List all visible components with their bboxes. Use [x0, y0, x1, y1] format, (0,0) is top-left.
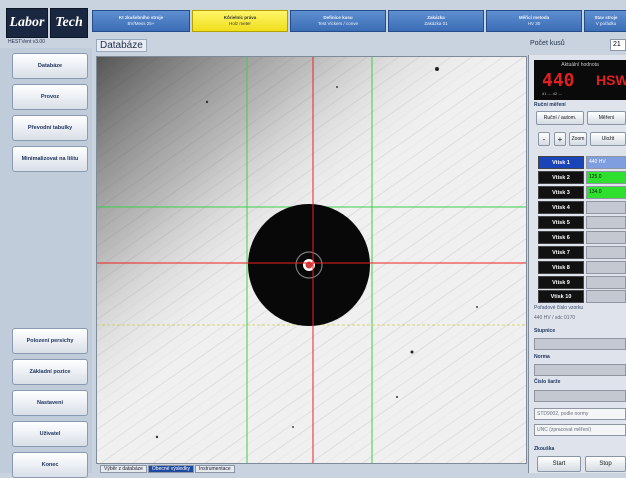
measure-button[interactable]: Měření	[587, 111, 626, 125]
indent-row-10[interactable]: Vtisk 10	[538, 290, 584, 303]
unc-field[interactable]: UNC (zpracovat měření)	[534, 424, 626, 436]
norm-label: Norma	[534, 354, 550, 360]
indent-row-3[interactable]: Vtisk 3	[538, 186, 584, 199]
section-test: Zkouška	[534, 446, 555, 452]
step-method[interactable]: Měřicí metoda HV 30	[486, 10, 582, 32]
norm-field[interactable]	[534, 364, 626, 376]
measurement-value: 440	[542, 70, 575, 91]
app-version: HESTVent v3.00	[8, 39, 45, 45]
sidebar-item-minimize[interactable]: Minimalizovat na lištu	[12, 146, 88, 172]
step-part-definition[interactable]: Definice kusu Test Vickers / conve	[290, 10, 386, 32]
indent-row-8[interactable]: Vtisk 8	[538, 261, 584, 274]
sidebar-item-settings[interactable]: Nastavení	[12, 390, 88, 416]
zoom-button[interactable]: Zoom	[569, 132, 587, 146]
sidebar-item-exit[interactable]: Konec	[12, 452, 88, 478]
zoom-out-button[interactable]: -	[538, 132, 550, 146]
measurement-display: Aktuální hodnota 440 HSW d1 --- d2 ---	[534, 60, 626, 100]
scale-field[interactable]	[534, 338, 626, 350]
scale-label: Stupnice	[534, 328, 556, 334]
sample-number-value: 440 HV / sdc 0170	[534, 315, 576, 321]
sidebar-item-position[interactable]: Polození persichy	[12, 328, 88, 354]
sidebar-item-operation[interactable]: Provoz	[12, 84, 88, 110]
zoom-in-button[interactable]: +	[554, 132, 566, 146]
indent-value-3: 134.0	[586, 186, 626, 199]
bottom-tabs: Výběr z databáze Obecné výsledky Instrum…	[100, 465, 235, 473]
indent-row-5[interactable]: Vtisk 5	[538, 216, 584, 229]
section-manual-measure: Ruční měření	[534, 102, 566, 108]
count-label: Počet kusů	[530, 40, 565, 47]
batch-label: Číslo šarže	[534, 379, 561, 385]
manual-auto-button[interactable]: Ruční / autom.	[536, 111, 584, 125]
camera-view[interactable]	[96, 56, 527, 464]
measurement-unit: HSW	[596, 72, 626, 88]
save-button[interactable]: Uložit	[590, 132, 626, 146]
batch-field[interactable]	[534, 390, 626, 402]
measurement-diagonals: d1 --- d2 ---	[542, 91, 563, 96]
indent-value-8	[586, 261, 626, 274]
measurement-label: Aktuální hodnota	[561, 62, 599, 68]
indent-row-4[interactable]: Vtisk 4	[538, 201, 584, 214]
sidebar-item-conversion-tables[interactable]: Převodní tabulky	[12, 115, 88, 141]
step-operator[interactable]: Kôrielníc práva Holz meter	[192, 10, 288, 32]
stop-button[interactable]: Stop	[585, 456, 626, 472]
sidebar-item-user[interactable]: Uživatel	[12, 421, 88, 447]
step-order[interactable]: Zakázka Zakázka 01	[388, 10, 484, 32]
indent-value-9	[586, 276, 626, 289]
indent-value-7	[586, 246, 626, 259]
indent-row-1[interactable]: Vtisk 1	[538, 156, 584, 169]
indent-value-2: 125.0	[586, 171, 626, 184]
step-machine[interactable]: Kt zkušebního stroje BV/Mess 25+	[92, 10, 190, 32]
count-value: 21	[610, 39, 626, 51]
indent-value-1: 440 HV	[586, 156, 626, 169]
app-logo: Labor Tech	[6, 8, 88, 38]
step-machine-state[interactable]: Stav stroje V pořádku	[584, 10, 626, 32]
tab-instrumentation[interactable]: Instrumentace	[195, 465, 235, 473]
standard-field[interactable]: STD9002, podle normy	[534, 408, 626, 420]
tab-general-results[interactable]: Obecné výsledky	[147, 465, 194, 473]
indent-value-5	[586, 216, 626, 229]
indent-row-2[interactable]: Vtisk 2	[538, 171, 584, 184]
indent-row-7[interactable]: Vtisk 7	[538, 246, 584, 259]
tab-database-select[interactable]: Výběr z databáze	[100, 465, 147, 473]
microscope-image	[97, 57, 526, 463]
indent-row-6[interactable]: Vtisk 6	[538, 231, 584, 244]
indent-value-6	[586, 231, 626, 244]
sidebar-item-home-position[interactable]: Základní pozice	[12, 359, 88, 385]
start-button[interactable]: Start	[537, 456, 581, 472]
page-title: Databáze	[96, 39, 147, 52]
logo-part-labor: Labor	[6, 8, 48, 38]
sample-number-label: Pořadové číslo vzorku	[534, 305, 584, 311]
indent-value-4	[586, 201, 626, 214]
indent-row-9[interactable]: Vtisk 9	[538, 276, 584, 289]
sidebar-item-database[interactable]: Databáze	[12, 53, 88, 79]
indent-value-10	[586, 290, 626, 303]
logo-part-tech: Tech	[50, 8, 88, 38]
step-tabs: Kt zkušebního stroje BV/Mess 25+ Kôrielní…	[92, 10, 626, 32]
